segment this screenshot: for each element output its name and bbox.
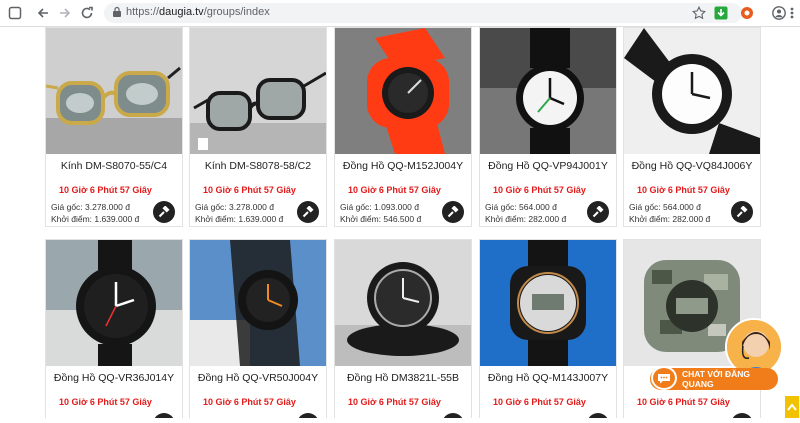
bid-button[interactable] (587, 413, 609, 418)
product-image[interactable] (190, 240, 326, 366)
countdown-timer: 10 Giờ 6 Phút 57 Giây (59, 185, 152, 195)
menu-icon[interactable] (786, 4, 798, 22)
bid-button[interactable] (153, 413, 175, 418)
original-price: Giá gốc: 3.278.000 đ (51, 202, 130, 212)
product-name[interactable]: Đồng Hồ QQ-VP94J001Y (480, 160, 616, 172)
product-image[interactable] (335, 28, 471, 154)
product-name[interactable]: Kính DM-S8078-58/C2 (190, 160, 326, 172)
start-price: Khởi điểm: 1.639.000 đ (51, 214, 140, 224)
original-price: Giá gốc: 1.093.000 đ (340, 202, 419, 212)
product-card[interactable]: Đồng Hồ QQ-VQ84J006Y 10 Giờ 6 Phút 57 Gi… (623, 27, 761, 227)
bid-button[interactable] (297, 413, 319, 418)
countdown-timer: 10 Giờ 6 Phút 57 Giây (59, 397, 152, 407)
product-image[interactable] (335, 240, 471, 366)
start-price: Khởi điểm: 546.500 đ (340, 214, 422, 224)
chat-label: CHAT VỚI ĐĂNG QUANG (682, 369, 751, 389)
bid-button[interactable] (153, 201, 175, 223)
bid-button[interactable] (442, 413, 464, 418)
sidebar-toggle-icon[interactable] (6, 4, 24, 22)
bid-button[interactable] (731, 201, 753, 223)
star-icon[interactable] (690, 4, 708, 22)
start-price: Khởi điểm: 1.639.000 đ (195, 214, 284, 224)
countdown-timer: 10 Giờ 6 Phút 57 Giây (203, 397, 296, 407)
countdown-timer: 10 Giờ 6 Phút 57 Giây (493, 185, 586, 195)
bid-button[interactable] (731, 413, 753, 418)
url-path: /groups/index (203, 6, 270, 18)
url-scheme: https:// (126, 6, 160, 18)
download-icon[interactable] (712, 4, 730, 22)
product-card[interactable]: Kính DM-S8070-55/C4 10 Giờ 6 Phút 57 Giâ… (45, 27, 183, 227)
address-bar[interactable]: https://daugia.tv/groups/index (104, 3, 742, 23)
forward-icon[interactable] (56, 4, 74, 22)
lock-icon (112, 6, 126, 20)
scroll-to-top-button[interactable] (785, 396, 799, 418)
chevron-up-icon (787, 403, 797, 411)
gavel-icon (158, 206, 170, 218)
product-name[interactable]: Đồng Hồ QQ-VQ84J006Y (624, 160, 760, 172)
bid-button[interactable] (297, 201, 319, 223)
countdown-timer: 10 Giờ 6 Phút 57 Giây (348, 185, 441, 195)
product-card[interactable]: Kính DM-S8078-58/C2 10 Giờ 6 Phút 57 Giâ… (189, 27, 327, 227)
product-image[interactable] (480, 240, 616, 366)
url-text: https://daugia.tv/groups/index (126, 6, 270, 18)
chat-bubble-icon[interactable] (651, 366, 677, 390)
product-image[interactable] (46, 28, 182, 154)
countdown-timer: 10 Giờ 6 Phút 57 Giây (203, 185, 296, 195)
product-name[interactable]: Đồng Hồ DM3821L-55B (335, 372, 471, 384)
countdown-timer: 10 Giờ 6 Phút 57 Giây (637, 185, 730, 195)
product-card[interactable]: Đồng Hồ QQ-M143J007Y 10 Giờ 6 Phút 57 Gi… (479, 239, 617, 418)
product-image[interactable] (190, 28, 326, 154)
product-card[interactable]: Đồng Hồ QQ-M152J004Y 10 Giờ 6 Phút 57 Gi… (334, 27, 472, 227)
product-card[interactable]: Đồng Hồ DM3821L-55B 10 Giờ 6 Phút 57 Giâ… (334, 239, 472, 418)
product-name[interactable]: Đồng Hồ QQ-VR50J004Y (190, 372, 326, 384)
product-card[interactable]: Đồng Hồ QQ-VR36J014Y 10 Giờ 6 Phút 57 Gi… (45, 239, 183, 418)
countdown-timer: 10 Giờ 6 Phút 57 Giây (493, 397, 586, 407)
product-image[interactable] (46, 240, 182, 366)
product-image[interactable] (480, 28, 616, 154)
product-name[interactable]: Đồng Hồ QQ-VR36J014Y (46, 372, 182, 384)
product-card[interactable]: Đồng Hồ QQ-VP94J001Y 10 Giờ 6 Phút 57 Gi… (479, 27, 617, 227)
product-name[interactable]: Đồng Hồ QQ-M152J004Y (335, 160, 471, 172)
bid-button[interactable] (442, 201, 464, 223)
start-price: Khởi điểm: 282.000 đ (485, 214, 567, 224)
start-price: Khởi điểm: 282.000 đ (629, 214, 711, 224)
product-image[interactable] (624, 28, 760, 154)
countdown-timer: 10 Giờ 6 Phút 57 Giây (348, 397, 441, 407)
page-content: Kính DM-S8070-55/C4 10 Giờ 6 Phút 57 Giâ… (0, 27, 800, 418)
countdown-timer: 10 Giờ 6 Phút 57 Giây (637, 397, 730, 407)
browser-toolbar: https://daugia.tv/groups/index (0, 0, 800, 27)
bid-button[interactable] (587, 201, 609, 223)
product-card[interactable]: Đồng Hồ QQ-VR50J004Y 10 Giờ 6 Phút 57 Gi… (189, 239, 327, 418)
product-name[interactable]: Kính DM-S8070-55/C4 (46, 160, 182, 172)
url-host: daugia.tv (159, 6, 204, 18)
gavel-icon (447, 206, 459, 218)
reload-icon[interactable] (78, 4, 96, 22)
gavel-icon (592, 206, 604, 218)
gavel-icon (302, 206, 314, 218)
gavel-icon (736, 206, 748, 218)
product-name[interactable]: Đồng Hồ QQ-M143J007Y (480, 372, 616, 384)
original-price: Giá gốc: 564.000 đ (629, 202, 701, 212)
back-icon[interactable] (34, 4, 52, 22)
extension-icon[interactable] (738, 4, 756, 22)
original-price: Giá gốc: 3.278.000 đ (195, 202, 274, 212)
original-price: Giá gốc: 564.000 đ (485, 202, 557, 212)
